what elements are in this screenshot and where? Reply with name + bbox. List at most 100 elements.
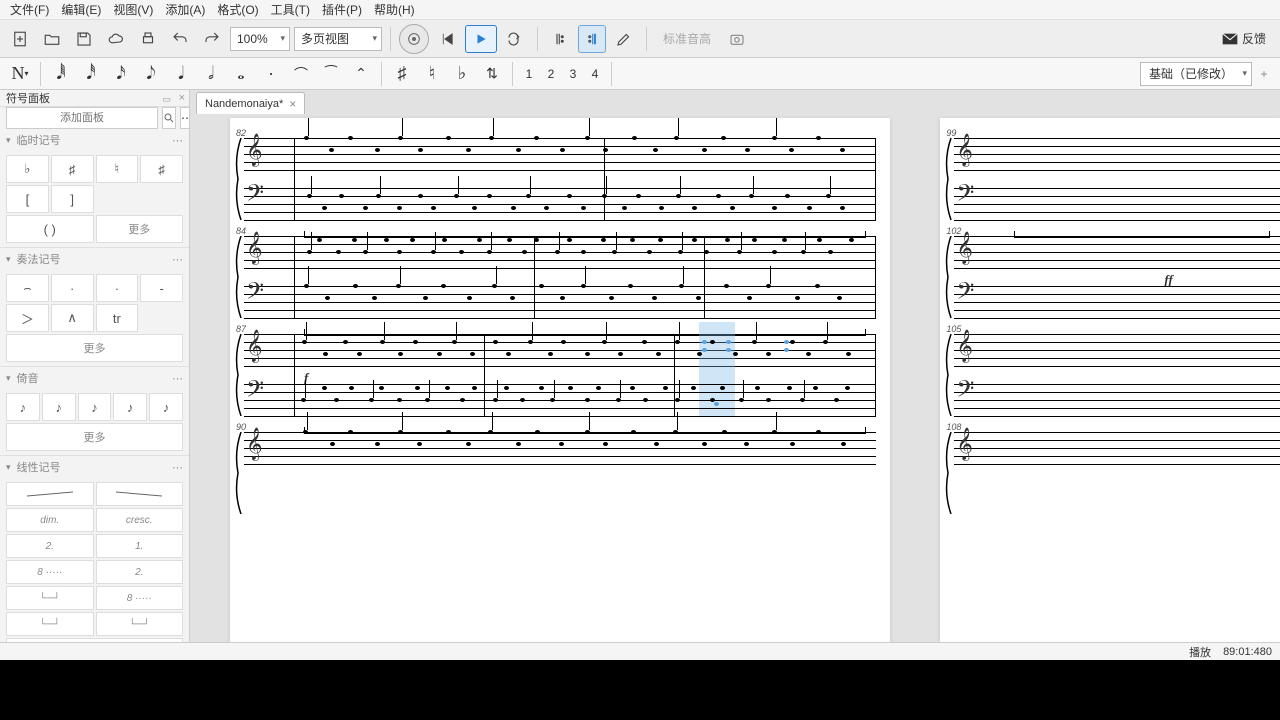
play-button[interactable] xyxy=(465,25,497,53)
voice-3-button[interactable]: 3 xyxy=(563,62,583,86)
menu-view[interactable]: 视图(V) xyxy=(107,0,159,20)
staff-system[interactable]: 87 𝄞 f xyxy=(244,334,876,416)
duration-16th-button[interactable]: 𝅘𝅥𝅯 xyxy=(107,60,135,88)
palette-more[interactable]: 更多 xyxy=(96,215,184,243)
marcato-button[interactable]: ⌃ xyxy=(347,60,375,88)
viewmode-select[interactable]: 多页视图 xyxy=(294,27,382,51)
palette-cell[interactable]: ( ) xyxy=(6,215,94,243)
score-viewport[interactable]: 82 𝄞 𝄢 xyxy=(190,114,1280,642)
cloud-button[interactable] xyxy=(102,25,130,53)
palette-cell[interactable]: ♯ xyxy=(51,155,94,183)
palette-cell[interactable]: ♯ xyxy=(140,155,183,183)
palette-head-lines[interactable]: 线性记号⋯ xyxy=(0,456,189,478)
palette-cell[interactable]: 8 ····· xyxy=(96,586,184,610)
natural-button[interactable]: ♮ xyxy=(418,60,446,88)
repeat-start-button[interactable] xyxy=(546,25,574,53)
print-button[interactable] xyxy=(134,25,162,53)
bass-staff[interactable]: 𝄢 xyxy=(244,286,876,318)
palette-head-articulations[interactable]: 奏法记号⋯ xyxy=(0,248,189,270)
palette-cell[interactable]: ∧ xyxy=(51,304,94,332)
palette-cell[interactable]: ♭ xyxy=(6,155,49,183)
duration-whole-button[interactable]: 𝅝 xyxy=(227,60,255,88)
note-region[interactable] xyxy=(294,322,872,378)
tab-close-icon[interactable]: × xyxy=(289,97,296,111)
palette-cell[interactable]: - xyxy=(140,274,183,302)
rewind-button[interactable] xyxy=(433,25,461,53)
palette-more[interactable]: 更多 xyxy=(6,334,183,362)
note-region[interactable] xyxy=(294,126,872,182)
palette-cell[interactable]: [ xyxy=(6,185,49,213)
treble-staff[interactable]: 𝄞 f xyxy=(244,334,876,366)
concert-pitch-label[interactable]: 标准音高 xyxy=(655,30,719,47)
open-button[interactable] xyxy=(38,25,66,53)
menu-format[interactable]: 格式(O) xyxy=(211,0,264,20)
edit-mode-button[interactable] xyxy=(610,25,638,53)
palette-cell[interactable]: ♪ xyxy=(78,393,112,421)
repeat-end-button[interactable] xyxy=(578,25,606,53)
zoom-select[interactable]: 100% xyxy=(230,27,290,51)
add-workspace-button[interactable]: + xyxy=(1254,62,1274,86)
flat-button[interactable]: ♭ xyxy=(448,60,476,88)
loop-button[interactable] xyxy=(501,25,529,53)
palette-cell[interactable]: └─┘ xyxy=(6,612,94,636)
palette-cell[interactable]: tr xyxy=(96,304,139,332)
voice-4-button[interactable]: 4 xyxy=(585,62,605,86)
menu-plugins[interactable]: 插件(P) xyxy=(316,0,368,20)
menu-edit[interactable]: 编辑(E) xyxy=(55,0,107,20)
palette-search-input[interactable] xyxy=(6,107,158,129)
redo-button[interactable] xyxy=(198,25,226,53)
treble-staff[interactable]: 𝄞 xyxy=(244,138,876,170)
palette-cell[interactable]: · xyxy=(51,274,94,302)
palette-more[interactable]: 更多 xyxy=(6,638,183,642)
palette-cell[interactable]: 2. xyxy=(96,560,184,584)
undo-button[interactable] xyxy=(166,25,194,53)
staff-system[interactable]: 90 𝄞 xyxy=(244,432,876,464)
palette-cell[interactable]: └─┘ xyxy=(96,612,184,636)
menu-file[interactable]: 文件(F) xyxy=(4,0,55,20)
screenshot-button[interactable] xyxy=(723,25,751,53)
menu-tools[interactable]: 工具(T) xyxy=(265,0,316,20)
flip-button[interactable]: ⇅ xyxy=(478,60,506,88)
palette-dock-icon[interactable]: ▭ xyxy=(162,94,171,105)
staff-system[interactable]: 108 𝄞 xyxy=(954,432,1280,464)
palette-cell[interactable]: · xyxy=(96,274,139,302)
palette-more-button[interactable]: ⋯ xyxy=(180,107,190,129)
palette-cell[interactable]: ] xyxy=(51,185,94,213)
palette-cell[interactable]: 2. xyxy=(6,534,94,558)
note-region[interactable] xyxy=(294,224,872,280)
palette-cell[interactable]: ⌢ xyxy=(6,274,49,302)
palette-cell[interactable]: 8 ····· xyxy=(6,560,94,584)
duration-64th-button[interactable]: 𝅘𝅥𝅱 xyxy=(47,60,75,88)
staff-system[interactable]: 82 𝄞 𝄢 xyxy=(244,138,876,220)
staff-system[interactable]: 105 𝄞 𝄢 xyxy=(954,334,1280,416)
slur-button[interactable]: ⁀ xyxy=(317,60,345,88)
duration-quarter-button[interactable]: 𝅘𝅥 xyxy=(167,60,195,88)
note-region[interactable] xyxy=(294,420,872,476)
voice-2-button[interactable]: 2 xyxy=(541,62,561,86)
palette-more[interactable]: 更多 xyxy=(6,423,183,451)
palette-cell[interactable]: ♪ xyxy=(6,393,40,421)
treble-staff[interactable]: 𝄞 xyxy=(244,432,876,464)
menu-add[interactable]: 添加(A) xyxy=(159,0,211,20)
note-input-mode-button[interactable]: N▾ xyxy=(6,60,34,88)
dot-button[interactable]: · xyxy=(257,60,285,88)
palette-cell[interactable]: ♮ xyxy=(96,155,139,183)
bass-staff[interactable]: 𝄢 xyxy=(244,384,876,416)
palette-cell[interactable]: ♪ xyxy=(149,393,183,421)
save-button[interactable] xyxy=(70,25,98,53)
palette-cell[interactable]: 1. xyxy=(96,534,184,558)
palette-cell[interactable] xyxy=(96,482,184,506)
palette-head-grace[interactable]: 倚音⋯ xyxy=(0,367,189,389)
palette-cell[interactable]: └─┘ xyxy=(6,586,94,610)
tie-button[interactable]: ⌒ xyxy=(287,60,315,88)
palette-close-icon[interactable]: × xyxy=(179,92,185,104)
sharp-button[interactable]: ♯ xyxy=(388,60,416,88)
palette-cell[interactable]: ♪ xyxy=(42,393,76,421)
palette-cell[interactable]: cresc. xyxy=(96,508,184,532)
metronome-button[interactable] xyxy=(399,24,429,54)
staff-system[interactable]: 99 𝄞 𝄢 xyxy=(954,138,1280,220)
new-score-button[interactable] xyxy=(6,25,34,53)
feedback-button[interactable]: 反馈 xyxy=(1214,30,1274,47)
palette-cell[interactable]: ＞ xyxy=(6,304,49,332)
workspace-select[interactable]: 基础（已修改） xyxy=(1140,62,1252,86)
